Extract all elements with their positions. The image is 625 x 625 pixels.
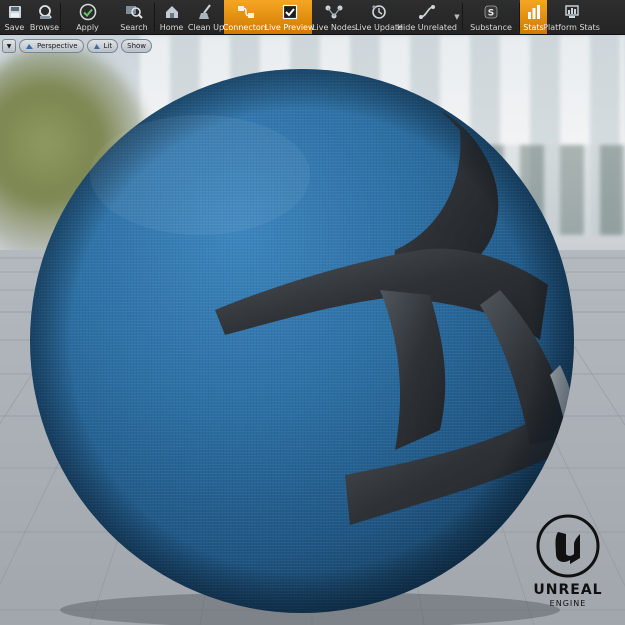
connectors-button[interactable]: Connectors [222, 0, 269, 34]
save-button[interactable]: Save [0, 0, 29, 34]
save-label: Save [4, 23, 25, 32]
perspective-button[interactable]: Perspective [19, 39, 84, 53]
search-label: Search [120, 23, 148, 32]
substance-button[interactable]: S Substance [463, 0, 519, 34]
perspective-icon [26, 43, 33, 49]
platform-stats-button[interactable]: Platform Stats [543, 0, 600, 34]
platform-stats-label: Platform Stats [543, 23, 600, 32]
apply-icon [78, 2, 98, 22]
live-nodes-button[interactable]: Live Nodes [312, 0, 356, 34]
live-preview-label: Live Preview [264, 23, 315, 32]
material-preview-viewport[interactable]: ▼ Perspective Lit Show UNREAL ENGINE [0, 35, 625, 625]
svg-text:S: S [488, 9, 494, 19]
apply-label: Apply [76, 23, 99, 32]
home-label: Home [159, 23, 184, 32]
live-nodes-icon [324, 2, 344, 22]
viewport-options-button[interactable]: ▼ [2, 39, 16, 53]
logo-subtitle: ENGINE [549, 599, 587, 608]
clean-up-label: Clean Up [187, 23, 225, 32]
connectors-icon [236, 2, 256, 22]
hide-unrelated-icon [417, 2, 437, 22]
main-toolbar: Save Browse Apply Search Home Clean Up C… [0, 0, 625, 35]
unreal-engine-logo: UNREAL ENGINE [520, 514, 616, 625]
search-icon [124, 2, 144, 22]
live-update-button[interactable]: Live Update [355, 0, 403, 34]
substance-icon: S [481, 2, 501, 22]
platform-stats-icon [562, 2, 582, 22]
search-button[interactable]: Search [114, 0, 154, 34]
perspective-label: Perspective [37, 42, 78, 50]
browse-button[interactable]: Browse [29, 0, 60, 34]
lit-icon [93, 43, 100, 49]
lit-button[interactable]: Lit [86, 39, 119, 53]
lit-label: Lit [103, 42, 113, 50]
home-button[interactable]: Home [155, 0, 188, 34]
clean-up-button[interactable]: Clean Up [188, 0, 224, 34]
live-nodes-label: Live Nodes [312, 23, 356, 32]
substance-label: Substance [470, 23, 512, 32]
apply-button[interactable]: Apply [61, 0, 114, 34]
browse-label: Browse [29, 23, 60, 32]
show-button[interactable]: Show [121, 39, 153, 53]
chevron-down-icon: ▼ [6, 42, 12, 50]
chevron-down-icon: ▼ [454, 13, 460, 21]
live-update-icon [369, 2, 389, 22]
save-icon [5, 2, 25, 22]
stats-icon [524, 2, 544, 22]
connectors-label: Connectors [222, 23, 269, 32]
hide-unrelated-label: Hide Unrelated [397, 23, 458, 32]
unreal-logo-icon [536, 514, 600, 578]
browse-icon [35, 2, 55, 22]
live-preview-icon [280, 2, 300, 22]
live-preview-button[interactable]: Live Preview [264, 0, 315, 34]
show-label: Show [127, 42, 147, 50]
viewport-toolbar: ▼ Perspective Lit Show [2, 39, 153, 53]
stats-label: Stats [523, 23, 544, 32]
live-update-label: Live Update [355, 23, 403, 32]
clean-up-icon [196, 2, 216, 22]
material-editor-window: Save Browse Apply Search Home Clean Up C… [0, 0, 625, 625]
logo-wordmark: UNREAL [533, 582, 603, 598]
home-icon [162, 2, 182, 22]
hide-unrelated-button[interactable]: Hide Unrelated [397, 0, 457, 34]
